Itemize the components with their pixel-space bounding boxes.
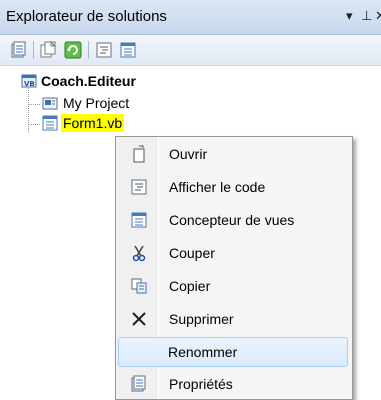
properties-icon[interactable] [10,41,28,59]
menu-label-cut: Couper [169,245,215,261]
properties-icon [131,375,146,392]
delete-x-icon [132,312,146,326]
tree-item-my-project[interactable]: My Project [40,94,240,114]
view-designer-icon [131,212,147,228]
dropdown-icon[interactable]: ▾ [346,9,353,23]
menu-label-view-code: Afficher le code [169,179,266,195]
open-icon [133,145,145,163]
menu-label-view-designer: Concepteur de vues [169,212,295,228]
menu-label-properties: Propriétés [169,376,233,392]
refresh-icon[interactable] [64,41,82,59]
menu-label-copy: Copier [169,278,211,294]
close-icon[interactable]: ✕ [375,9,381,23]
menu-item-rename[interactable]: Renommer [118,337,348,367]
menu-item-properties[interactable]: Propriétés [118,369,348,399]
project-label: Coach.Editeur [41,73,136,89]
show-all-files-icon[interactable] [40,41,58,59]
menu-label-delete: Supprimer [169,311,234,327]
my-project-label: My Project [63,95,130,111]
menu-item-open[interactable]: Ouvrir [118,139,348,169]
context-menu: Ouvrir Afficher le code Concepteur de vu… [115,136,353,400]
pin-icon[interactable]: ⊥ [361,9,372,23]
solution-explorer-toolbar [0,35,381,66]
tree-item-form1[interactable]: Form1.vb [40,114,240,134]
form-icon [42,115,58,131]
view-code-icon [131,179,147,195]
form1-label: Form1.vb [61,114,125,132]
menu-item-copy[interactable]: Copier [118,271,348,301]
menu-label-rename: Renommer [168,344,238,360]
panel-titlebar: Explorateur de solutions ▾ ⊥ ✕ [0,0,381,35]
copy-icon [131,278,147,294]
view-designer-icon[interactable] [119,41,137,59]
scissors-icon [132,245,146,262]
my-project-icon [42,97,58,110]
vb-project-icon: VB [21,74,37,88]
svg-text:VB: VB [24,80,35,88]
menu-label-open: Ouvrir [169,146,208,162]
panel-title: Explorateur de solutions [6,8,167,25]
menu-item-view-code[interactable]: Afficher le code [118,172,348,202]
view-code-icon[interactable] [95,41,113,59]
menu-item-delete[interactable]: Supprimer [118,304,348,334]
menu-item-view-designer[interactable]: Concepteur de vues [118,205,348,235]
menu-item-cut[interactable]: Couper [118,238,348,268]
tree-project-node[interactable]: VB Coach.Editeur [17,72,217,92]
